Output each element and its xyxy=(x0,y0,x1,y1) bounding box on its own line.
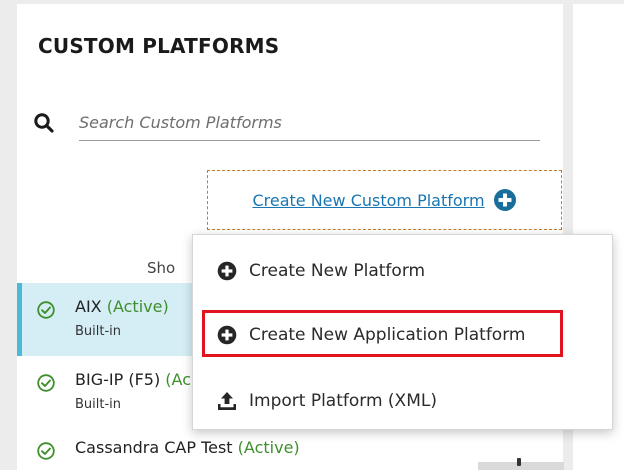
show-label: Sho xyxy=(147,259,176,277)
plus-circle-icon xyxy=(217,325,237,345)
search-icon[interactable] xyxy=(33,112,55,134)
create-custom-platform-box: Create New Custom Platform xyxy=(207,170,562,230)
menu-item-label: Create New Application Platform xyxy=(249,325,526,345)
platform-type: Built-in xyxy=(75,397,122,412)
platform-name-text: AIX xyxy=(75,297,102,316)
kebab-icon[interactable] xyxy=(517,458,521,466)
menu-item-create-new-platform[interactable]: Create New Platform xyxy=(193,241,612,301)
create-custom-platform-label: Create New Custom Platform xyxy=(252,190,485,210)
upload-icon xyxy=(217,391,237,411)
search-bar xyxy=(33,108,540,142)
plus-circle-icon xyxy=(217,261,237,281)
platform-name: AIX (Active) xyxy=(75,297,169,316)
menu-item-label: Create New Platform xyxy=(249,261,426,281)
list-action-button[interactable] xyxy=(478,462,564,470)
search-input[interactable] xyxy=(79,108,540,141)
create-custom-platform-link[interactable]: Create New Custom Platform xyxy=(252,188,516,212)
page: CUSTOM PLATFORMS Create New Custom Platf… xyxy=(0,0,624,470)
platform-name: BIG-IP (F5) (Ac xyxy=(75,370,191,389)
plus-circle-icon[interactable] xyxy=(493,188,517,212)
check-circle-icon xyxy=(37,374,55,392)
page-title: CUSTOM PLATFORMS xyxy=(38,34,280,58)
platform-type: Built-in xyxy=(75,324,122,339)
platform-status: (Active) xyxy=(106,297,169,316)
platform-name-text: BIG-IP (F5) xyxy=(75,370,161,389)
platform-status: (Ac xyxy=(165,370,191,389)
check-circle-icon xyxy=(37,442,55,460)
create-platform-dropdown-menu: Create New Platform Create New Applicati… xyxy=(192,234,613,430)
platform-name: Cassandra CAP Test (Active) xyxy=(75,438,300,457)
menu-item-import-platform-xml[interactable]: Import Platform (XML) xyxy=(193,371,612,431)
menu-item-create-new-application-platform[interactable]: Create New Application Platform xyxy=(193,305,612,365)
platform-list-item[interactable]: Cassandra CAP Test (Active) xyxy=(17,429,457,469)
menu-item-label: Import Platform (XML) xyxy=(249,391,437,411)
platform-name-text: Cassandra CAP Test xyxy=(75,438,233,457)
check-circle-icon xyxy=(37,301,55,319)
platform-status: (Active) xyxy=(237,438,300,457)
